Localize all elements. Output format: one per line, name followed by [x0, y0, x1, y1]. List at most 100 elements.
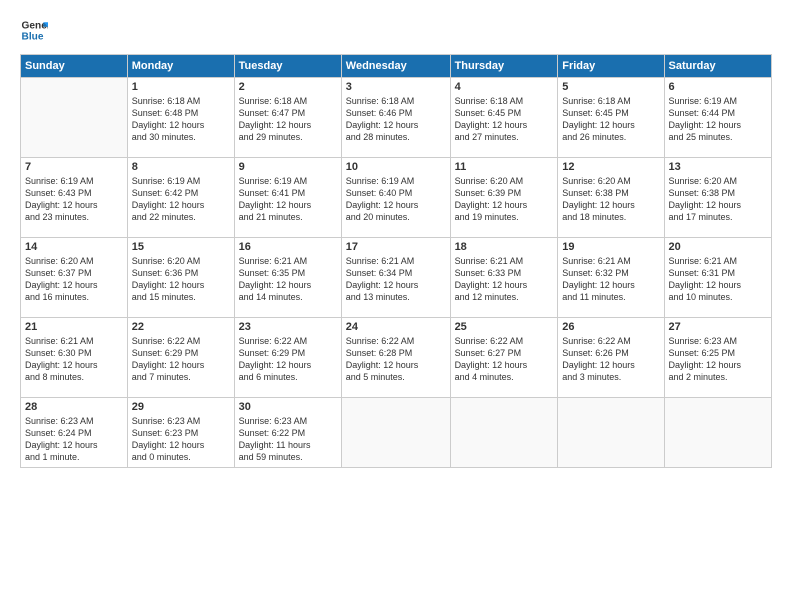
- day-info: Sunrise: 6:19 AM Sunset: 6:40 PM Dayligh…: [346, 175, 446, 224]
- calendar-day-header: Tuesday: [234, 55, 341, 78]
- calendar-cell: 24 Sunrise: 6:22 AM Sunset: 6:28 PM Dayli…: [341, 318, 450, 398]
- calendar-cell: 12 Sunrise: 6:20 AM Sunset: 6:38 PM Dayli…: [558, 158, 664, 238]
- day-number: 26: [562, 321, 659, 333]
- calendar-cell: 3 Sunrise: 6:18 AM Sunset: 6:46 PM Daylig…: [341, 78, 450, 158]
- calendar-cell: 23 Sunrise: 6:22 AM Sunset: 6:29 PM Dayli…: [234, 318, 341, 398]
- day-info: Sunrise: 6:21 AM Sunset: 6:34 PM Dayligh…: [346, 255, 446, 304]
- calendar-cell: [341, 398, 450, 468]
- calendar-cell: [558, 398, 664, 468]
- calendar-table: SundayMondayTuesdayWednesdayThursdayFrid…: [20, 54, 772, 468]
- calendar-day-header: Sunday: [21, 55, 128, 78]
- day-info: Sunrise: 6:18 AM Sunset: 6:46 PM Dayligh…: [346, 95, 446, 144]
- day-number: 16: [239, 241, 337, 253]
- day-number: 1: [132, 81, 230, 93]
- day-number: 7: [25, 161, 123, 173]
- day-number: 21: [25, 321, 123, 333]
- calendar-cell: 19 Sunrise: 6:21 AM Sunset: 6:32 PM Dayli…: [558, 238, 664, 318]
- calendar-header-row: SundayMondayTuesdayWednesdayThursdayFrid…: [21, 55, 772, 78]
- day-number: 22: [132, 321, 230, 333]
- day-number: 25: [455, 321, 554, 333]
- calendar-day-header: Saturday: [664, 55, 771, 78]
- calendar-cell: 13 Sunrise: 6:20 AM Sunset: 6:38 PM Dayli…: [664, 158, 771, 238]
- day-number: 19: [562, 241, 659, 253]
- logo: General Blue: [20, 16, 48, 44]
- calendar-cell: 2Sunrise: 6:18 AM Sunset: 6:47 PM Daylig…: [234, 78, 341, 158]
- calendar-cell: 21Sunrise: 6:21 AM Sunset: 6:30 PM Dayli…: [21, 318, 128, 398]
- day-info: Sunrise: 6:22 AM Sunset: 6:29 PM Dayligh…: [132, 335, 230, 384]
- calendar-cell: 4 Sunrise: 6:18 AM Sunset: 6:45 PM Daylig…: [450, 78, 558, 158]
- day-number: 13: [669, 161, 767, 173]
- day-info: Sunrise: 6:22 AM Sunset: 6:28 PM Dayligh…: [346, 335, 446, 384]
- day-number: 8: [132, 161, 230, 173]
- calendar-cell: 6 Sunrise: 6:19 AM Sunset: 6:44 PM Daylig…: [664, 78, 771, 158]
- svg-text:Blue: Blue: [22, 31, 44, 42]
- day-number: 28: [25, 401, 123, 413]
- day-info: Sunrise: 6:23 AM Sunset: 6:25 PM Dayligh…: [669, 335, 767, 384]
- day-number: 9: [239, 161, 337, 173]
- day-info: Sunrise: 6:19 AM Sunset: 6:42 PM Dayligh…: [132, 175, 230, 224]
- day-info: Sunrise: 6:18 AM Sunset: 6:48 PM Dayligh…: [132, 95, 230, 144]
- day-number: 17: [346, 241, 446, 253]
- calendar-cell: 20Sunrise: 6:21 AM Sunset: 6:31 PM Dayli…: [664, 238, 771, 318]
- day-info: Sunrise: 6:23 AM Sunset: 6:23 PM Dayligh…: [132, 415, 230, 464]
- day-info: Sunrise: 6:23 AM Sunset: 6:24 PM Dayligh…: [25, 415, 123, 464]
- day-info: Sunrise: 6:21 AM Sunset: 6:35 PM Dayligh…: [239, 255, 337, 304]
- calendar-week-row: 21Sunrise: 6:21 AM Sunset: 6:30 PM Dayli…: [21, 318, 772, 398]
- calendar-cell: 16 Sunrise: 6:21 AM Sunset: 6:35 PM Dayli…: [234, 238, 341, 318]
- calendar-week-row: 1 Sunrise: 6:18 AM Sunset: 6:48 PM Daylig…: [21, 78, 772, 158]
- calendar-cell: 14Sunrise: 6:20 AM Sunset: 6:37 PM Dayli…: [21, 238, 128, 318]
- day-info: Sunrise: 6:21 AM Sunset: 6:32 PM Dayligh…: [562, 255, 659, 304]
- day-number: 6: [669, 81, 767, 93]
- calendar-week-row: 28 Sunrise: 6:23 AM Sunset: 6:24 PM Dayli…: [21, 398, 772, 468]
- page-header: General Blue: [20, 16, 772, 44]
- calendar-day-header: Wednesday: [341, 55, 450, 78]
- day-number: 18: [455, 241, 554, 253]
- day-number: 11: [455, 161, 554, 173]
- day-info: Sunrise: 6:20 AM Sunset: 6:39 PM Dayligh…: [455, 175, 554, 224]
- calendar-cell: 18 Sunrise: 6:21 AM Sunset: 6:33 PM Dayli…: [450, 238, 558, 318]
- calendar-cell: 5 Sunrise: 6:18 AM Sunset: 6:45 PM Daylig…: [558, 78, 664, 158]
- calendar-cell: 11 Sunrise: 6:20 AM Sunset: 6:39 PM Dayli…: [450, 158, 558, 238]
- day-number: 3: [346, 81, 446, 93]
- day-number: 30: [239, 401, 337, 413]
- calendar-cell: 8 Sunrise: 6:19 AM Sunset: 6:42 PM Daylig…: [127, 158, 234, 238]
- calendar-cell: 1 Sunrise: 6:18 AM Sunset: 6:48 PM Daylig…: [127, 78, 234, 158]
- day-info: Sunrise: 6:22 AM Sunset: 6:26 PM Dayligh…: [562, 335, 659, 384]
- day-info: Sunrise: 6:19 AM Sunset: 6:44 PM Dayligh…: [669, 95, 767, 144]
- day-number: 5: [562, 81, 659, 93]
- day-info: Sunrise: 6:18 AM Sunset: 6:45 PM Dayligh…: [562, 95, 659, 144]
- day-info: Sunrise: 6:19 AM Sunset: 6:43 PM Dayligh…: [25, 175, 123, 224]
- calendar-cell: 17 Sunrise: 6:21 AM Sunset: 6:34 PM Dayli…: [341, 238, 450, 318]
- calendar-cell: 25 Sunrise: 6:22 AM Sunset: 6:27 PM Dayli…: [450, 318, 558, 398]
- day-number: 24: [346, 321, 446, 333]
- calendar-week-row: 14Sunrise: 6:20 AM Sunset: 6:37 PM Dayli…: [21, 238, 772, 318]
- calendar-cell: 30Sunrise: 6:23 AM Sunset: 6:22 PM Dayli…: [234, 398, 341, 468]
- day-number: 10: [346, 161, 446, 173]
- calendar-cell: 28 Sunrise: 6:23 AM Sunset: 6:24 PM Dayli…: [21, 398, 128, 468]
- calendar-cell: 22 Sunrise: 6:22 AM Sunset: 6:29 PM Dayli…: [127, 318, 234, 398]
- calendar-day-header: Monday: [127, 55, 234, 78]
- day-info: Sunrise: 6:18 AM Sunset: 6:45 PM Dayligh…: [455, 95, 554, 144]
- day-number: 23: [239, 321, 337, 333]
- day-number: 27: [669, 321, 767, 333]
- day-number: 29: [132, 401, 230, 413]
- calendar-week-row: 7 Sunrise: 6:19 AM Sunset: 6:43 PM Daylig…: [21, 158, 772, 238]
- calendar-cell: 7 Sunrise: 6:19 AM Sunset: 6:43 PM Daylig…: [21, 158, 128, 238]
- day-info: Sunrise: 6:22 AM Sunset: 6:29 PM Dayligh…: [239, 335, 337, 384]
- calendar-cell: 29 Sunrise: 6:23 AM Sunset: 6:23 PM Dayli…: [127, 398, 234, 468]
- day-number: 14: [25, 241, 123, 253]
- day-number: 12: [562, 161, 659, 173]
- day-info: Sunrise: 6:20 AM Sunset: 6:38 PM Dayligh…: [562, 175, 659, 224]
- day-info: Sunrise: 6:21 AM Sunset: 6:31 PM Dayligh…: [669, 255, 767, 304]
- day-info: Sunrise: 6:19 AM Sunset: 6:41 PM Dayligh…: [239, 175, 337, 224]
- day-number: 2: [239, 81, 337, 93]
- calendar-cell: [450, 398, 558, 468]
- day-info: Sunrise: 6:22 AM Sunset: 6:27 PM Dayligh…: [455, 335, 554, 384]
- calendar-cell: 15Sunrise: 6:20 AM Sunset: 6:36 PM Dayli…: [127, 238, 234, 318]
- day-number: 4: [455, 81, 554, 93]
- day-info: Sunrise: 6:21 AM Sunset: 6:33 PM Dayligh…: [455, 255, 554, 304]
- calendar-day-header: Friday: [558, 55, 664, 78]
- calendar-cell: [664, 398, 771, 468]
- day-info: Sunrise: 6:20 AM Sunset: 6:36 PM Dayligh…: [132, 255, 230, 304]
- day-info: Sunrise: 6:20 AM Sunset: 6:38 PM Dayligh…: [669, 175, 767, 224]
